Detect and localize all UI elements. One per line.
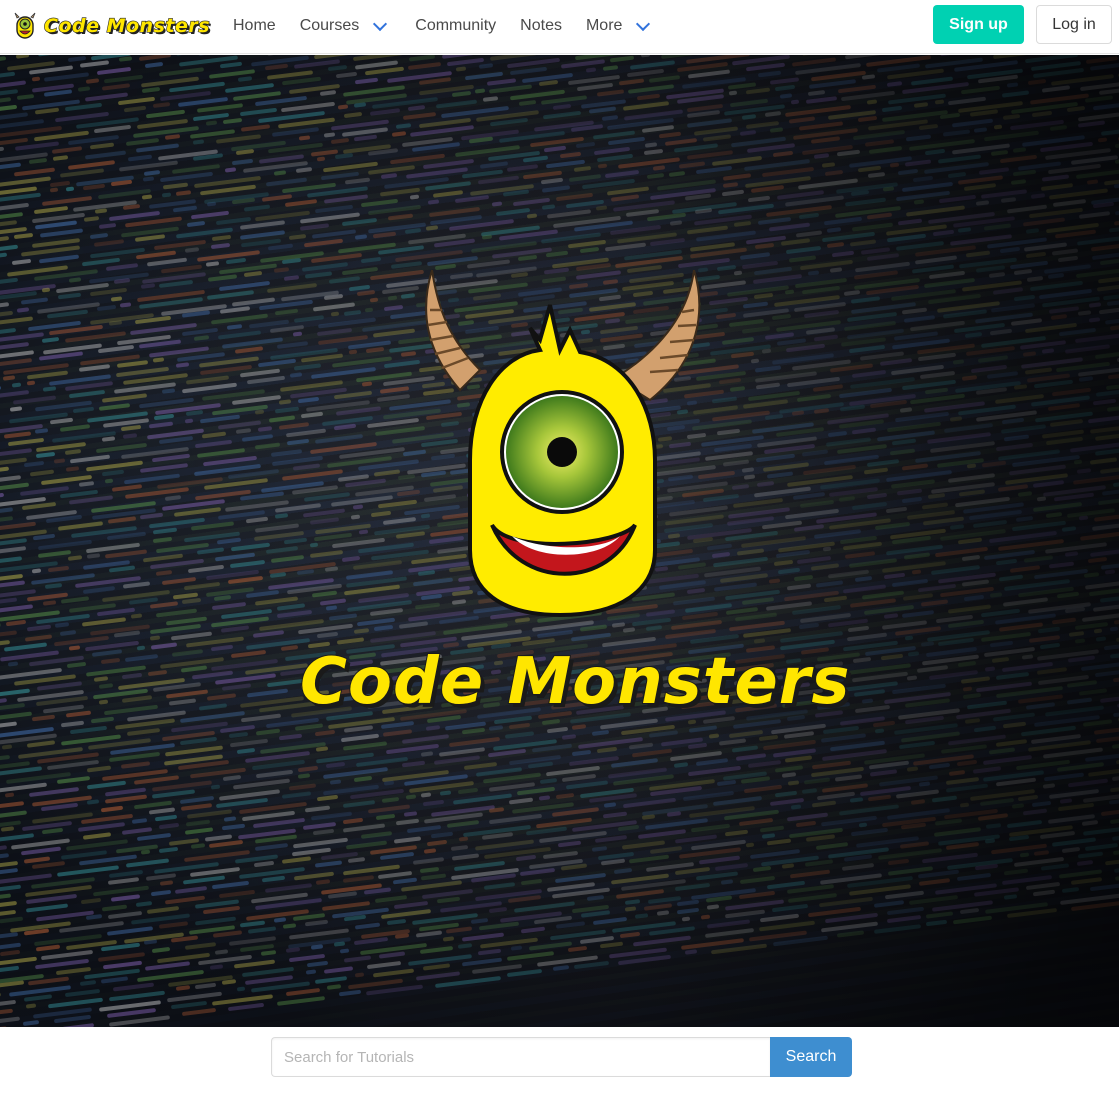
brand-logo-link[interactable]: Code Monsters (12, 9, 210, 43)
left-horn (425, 270, 482, 392)
nav-item-home[interactable]: Home (221, 0, 288, 52)
monster-logo-icon (14, 12, 36, 39)
nav-item-label: Courses (299, 17, 360, 34)
search-bar: Search (271, 1037, 852, 1077)
nav-item-label: Community (415, 17, 497, 34)
nav-links: Home Courses Community Notes More (221, 0, 666, 52)
nav-item-notes[interactable]: Notes (508, 0, 574, 52)
signup-button[interactable]: Sign up (933, 5, 1024, 44)
search-input[interactable] (271, 1037, 770, 1077)
nav-item-community[interactable]: Community (403, 0, 508, 52)
monster-logo-icon (425, 270, 701, 618)
chevron-down-icon (373, 16, 388, 31)
search-button[interactable]: Search (770, 1037, 852, 1077)
login-button[interactable]: Log in (1036, 5, 1112, 44)
hero-banner: Code Monsters (0, 55, 1119, 1027)
nav-item-more[interactable]: More (574, 0, 666, 52)
top-navbar: Code Monsters Home Courses Community Not… (0, 0, 1119, 54)
chevron-down-icon (636, 16, 651, 31)
hero-title: Code Monsters (299, 644, 851, 720)
nav-item-label: Notes (520, 17, 562, 34)
brand-name: Code Monsters (43, 14, 211, 37)
nav-item-courses[interactable]: Courses (288, 0, 404, 52)
nav-item-label: Home (233, 17, 276, 34)
nav-item-label: More (585, 17, 623, 34)
